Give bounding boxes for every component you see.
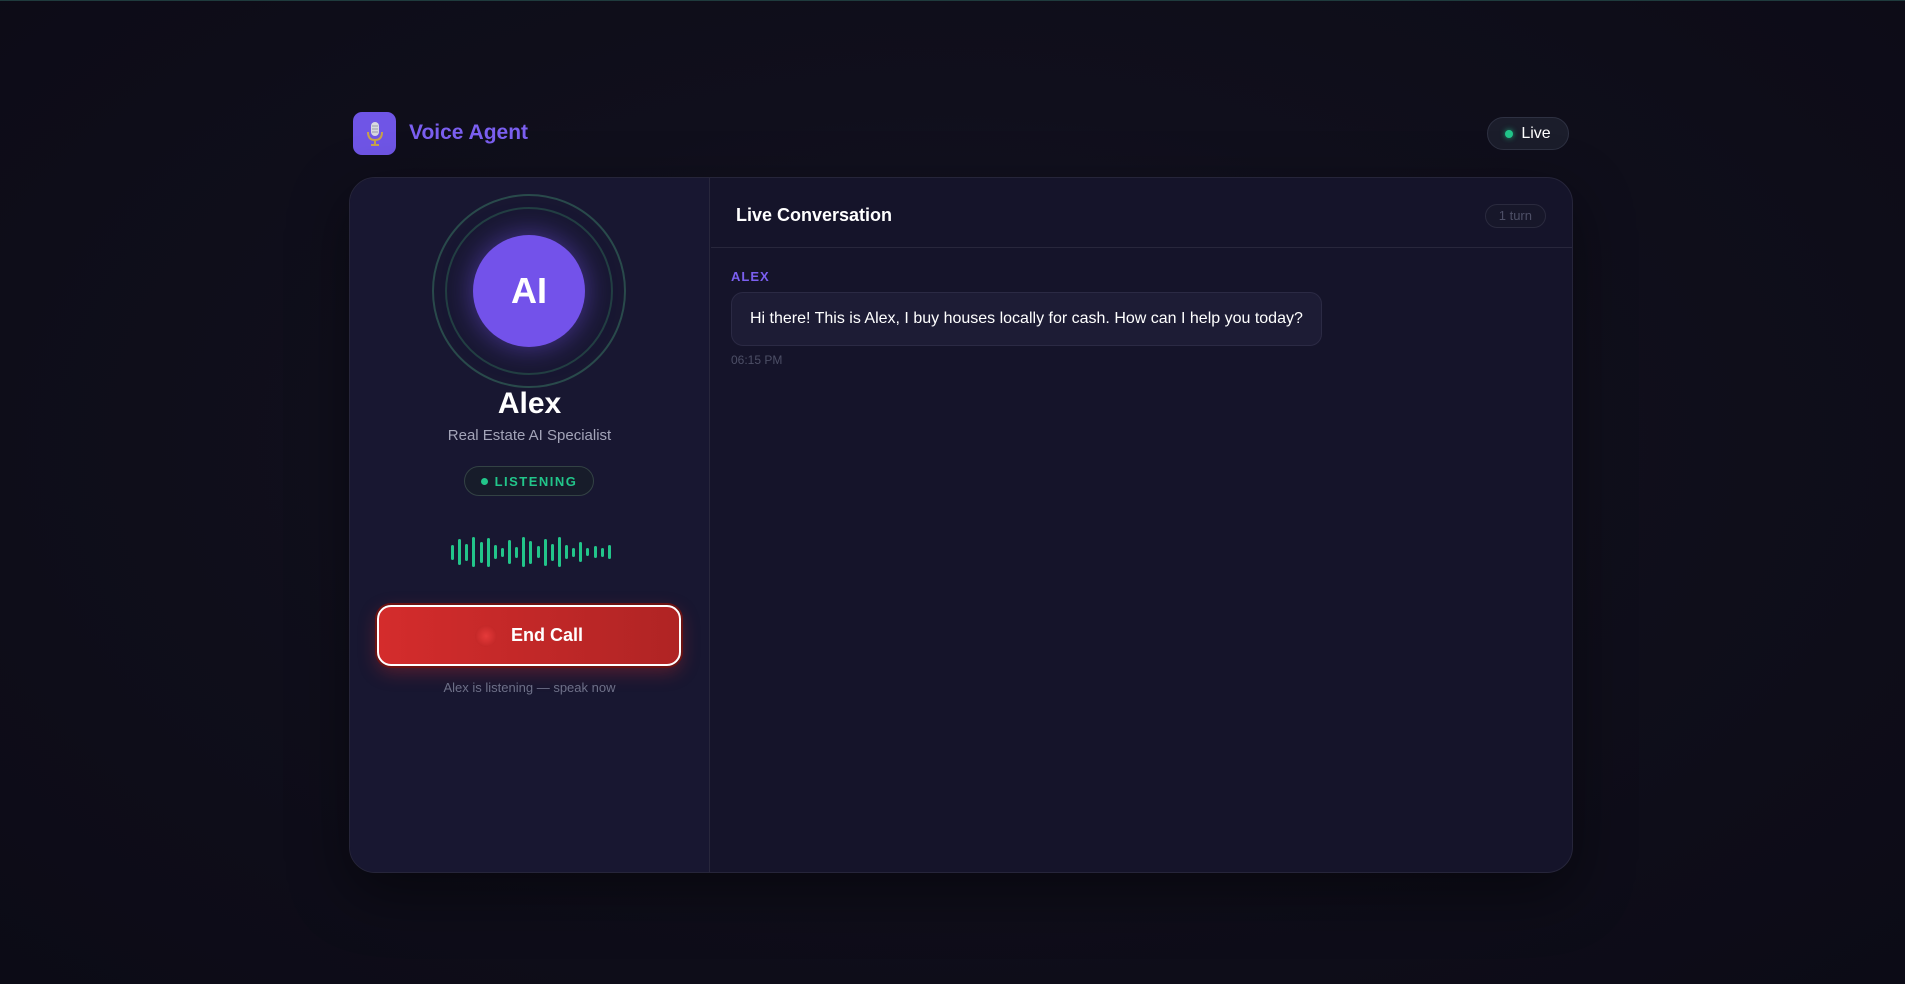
waveform-bar: [522, 537, 526, 567]
message-bubble: Hi there! This is Alex, I buy houses loc…: [731, 292, 1322, 346]
waveform-bar: [486, 537, 490, 567]
waveform-bar: [493, 545, 497, 559]
top-border: [0, 0, 1905, 1]
waveform-bar: [579, 542, 583, 562]
waveform-bar: [586, 548, 590, 556]
app-header: Voice Agent Live: [353, 111, 1569, 155]
waveform-bar: [451, 544, 454, 560]
waveform-bar: [529, 540, 533, 564]
agent-role: Real Estate AI Specialist: [447, 427, 612, 444]
agent-avatar: AI: [473, 235, 585, 347]
end-call-icon: [474, 624, 497, 647]
waveform-bar: [515, 546, 519, 558]
audio-waveform: [451, 535, 611, 569]
waveform-bar: [557, 537, 561, 567]
message-timestamp: 06:15 PM: [731, 353, 783, 367]
waveform-bar: [593, 546, 597, 558]
waveform-bar: [465, 543, 469, 561]
end-call-button[interactable]: End Call: [377, 605, 681, 666]
live-status-label: Live: [1521, 124, 1551, 142]
listening-status-badge: LISTENING: [464, 466, 594, 496]
waveform-bar: [572, 547, 576, 557]
message-speaker: ALEX: [731, 269, 770, 284]
microphone-icon: [353, 112, 396, 155]
waveform-bar: [565, 545, 568, 559]
waveform-bar: [543, 538, 547, 566]
waveform-bar: [479, 541, 483, 563]
agent-name: Alex: [497, 387, 562, 420]
live-status-badge: Live: [1487, 117, 1569, 150]
conversation-header: Live Conversation 1 turn: [711, 178, 1572, 248]
waveform-bar: [536, 546, 540, 558]
waveform-bar: [500, 547, 504, 557]
waveform-bar: [600, 547, 604, 557]
listening-hint: Alex is listening — speak now: [443, 680, 616, 695]
waveform-bar: [550, 543, 554, 561]
waveform-bar: [607, 545, 611, 559]
agent-panel: AI Alex Real Estate AI Specialist LISTEN…: [350, 178, 710, 872]
live-dot-icon: [1505, 129, 1514, 138]
waveform-bar: [458, 539, 462, 565]
conversation-panel: Live Conversation 1 turn ALEX Hi there! …: [711, 178, 1572, 872]
waveform-bar: [508, 540, 511, 564]
status-label: LISTENING: [494, 473, 578, 489]
app-title: Voice Agent: [409, 121, 529, 144]
conversation-title: Live Conversation: [736, 205, 893, 225]
turn-count-badge: 1 turn: [1484, 204, 1546, 228]
waveform-bar: [472, 537, 476, 567]
avatar-container: AI: [432, 194, 626, 388]
status-dot-icon: [480, 477, 488, 485]
microphone-glyph: [366, 121, 383, 146]
end-call-label: End Call: [510, 625, 583, 645]
call-card: AI Alex Real Estate AI Specialist LISTEN…: [349, 177, 1573, 873]
